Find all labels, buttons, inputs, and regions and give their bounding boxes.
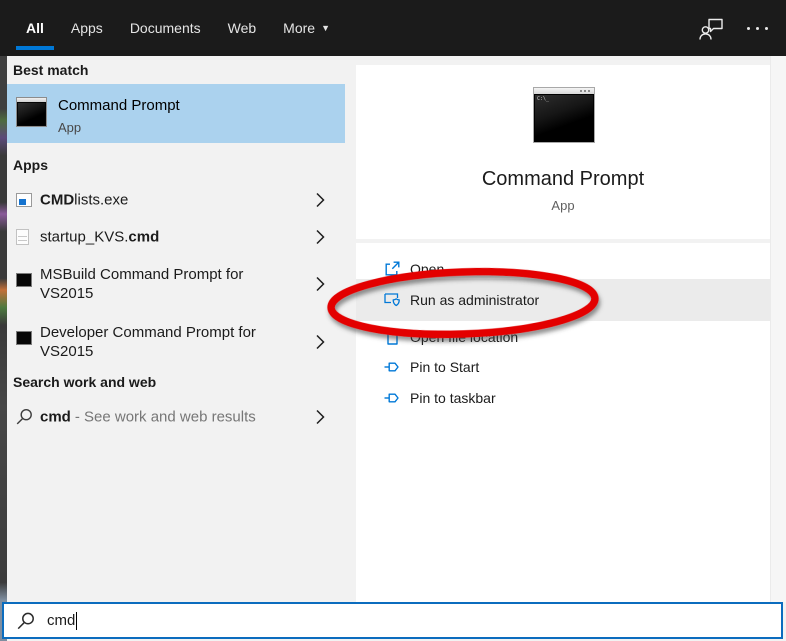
tab-web[interactable]: Web: [218, 0, 267, 56]
panel-right-gutter: [770, 56, 786, 602]
line1: MSBuild Command Prompt for: [40, 266, 244, 283]
chevron-right-icon[interactable]: [316, 192, 325, 207]
result-msbuild-command-prompt[interactable]: MSBuild Command Prompt for VS2015: [7, 259, 345, 309]
topbar-actions: [699, 0, 768, 56]
action-label: Open file location: [410, 329, 519, 345]
action-pin-to-taskbar[interactable]: Pin to taskbar: [356, 386, 770, 410]
best-match-title: Command Prompt: [58, 97, 180, 114]
preview-app-title: Command Prompt: [481, 168, 645, 190]
search-input[interactable]: cmd: [2, 602, 783, 639]
result-label: Developer Command Prompt for VS2015: [40, 323, 290, 361]
action-run-as-administrator[interactable]: Run as administrator: [356, 279, 770, 321]
tab-web-label: Web: [227, 20, 257, 36]
result-developer-command-prompt[interactable]: Developer Command Prompt for VS2015: [7, 317, 345, 367]
open-icon: [384, 261, 400, 277]
preview-panel-actions: Open Run as administrator Open file loca…: [356, 243, 770, 602]
search-web-header: Search work and web: [13, 374, 157, 390]
action-label: Pin to Start: [410, 359, 480, 375]
command-prompt-icon: [16, 97, 47, 127]
tab-documents[interactable]: Documents: [120, 0, 211, 56]
more-options-icon[interactable]: [747, 26, 768, 30]
result-label: CMDlists.exe: [40, 190, 128, 209]
tab-documents-label: Documents: [129, 20, 201, 36]
tab-apps[interactable]: Apps: [61, 0, 113, 56]
run-as-administrator-shield-icon: [384, 292, 401, 309]
match-text: cmd: [128, 228, 160, 245]
command-prompt-large-icon: C:\_: [533, 87, 595, 143]
action-label: Open: [410, 261, 445, 277]
search-query-text: cmd: [47, 612, 76, 629]
match-text: cmd: [40, 408, 71, 426]
line1: Developer Command Prompt for: [40, 324, 256, 341]
document-icon: [16, 228, 29, 245]
feedback-icon[interactable]: [699, 16, 725, 41]
rest-text: - See work and web results: [74, 408, 256, 426]
search-icon: [17, 612, 35, 630]
chevron-down-icon: ▼: [321, 23, 330, 33]
pin-icon: [384, 390, 400, 406]
best-match-subtitle: App: [58, 120, 82, 135]
apps-header: Apps: [13, 157, 48, 173]
rest-text: startup_KVS.: [40, 228, 129, 245]
best-match-header: Best match: [13, 62, 89, 78]
result-web-search-cmd[interactable]: cmd - See work and web results: [7, 400, 345, 434]
rest-text: lists.exe: [74, 191, 129, 208]
terminal-icon: [16, 273, 32, 287]
results-panel: Best match Command Prompt App Apps CMDli…: [7, 56, 345, 602]
file-location-icon: [384, 329, 400, 346]
action-label: Run as administrator: [410, 292, 540, 308]
active-tab-underline: [16, 46, 54, 50]
search-icon: [16, 408, 33, 426]
result-label: cmd - See work and web results: [40, 408, 256, 427]
search-filter-bar: All Apps Documents Web More ▼: [0, 0, 786, 56]
tab-all-label: All: [26, 20, 44, 36]
result-startup-kvs-cmd[interactable]: startup_KVS.cmd: [7, 221, 345, 252]
line2: VS2015: [40, 285, 94, 302]
best-match-result-command-prompt[interactable]: Command Prompt App: [7, 84, 345, 143]
pin-icon: [384, 359, 400, 375]
app-window-icon: [16, 192, 32, 207]
action-open-file-location[interactable]: Open file location: [356, 325, 770, 349]
tab-all[interactable]: All: [16, 0, 54, 56]
action-pin-to-start[interactable]: Pin to Start: [356, 355, 770, 379]
terminal-prompt-glyph: C:\_: [537, 96, 550, 102]
terminal-icon: [16, 331, 32, 345]
chevron-right-icon[interactable]: [316, 229, 325, 244]
line2: VS2015: [40, 343, 94, 360]
action-open[interactable]: Open: [356, 257, 770, 281]
chevron-right-icon[interactable]: [316, 409, 325, 425]
filter-tabs: All Apps Documents Web More ▼: [0, 0, 340, 56]
preview-app-subtitle: App: [551, 198, 575, 213]
result-label: startup_KVS.cmd: [40, 227, 159, 246]
text-cursor: [76, 611, 78, 630]
tab-apps-label: Apps: [70, 20, 103, 36]
chevron-right-icon[interactable]: [316, 334, 325, 350]
result-cmdlists-exe[interactable]: CMDlists.exe: [7, 184, 345, 215]
match-text: CMD: [40, 191, 75, 208]
tab-more[interactable]: More ▼: [273, 0, 340, 56]
desktop-edge-sliver: [0, 56, 7, 641]
tab-more-label: More: [283, 20, 316, 36]
preview-panel-header: C:\_ Command Prompt App: [356, 65, 770, 239]
result-label: MSBuild Command Prompt for VS2015: [40, 265, 290, 303]
chevron-right-icon[interactable]: [316, 276, 325, 292]
action-label: Pin to taskbar: [410, 390, 496, 406]
